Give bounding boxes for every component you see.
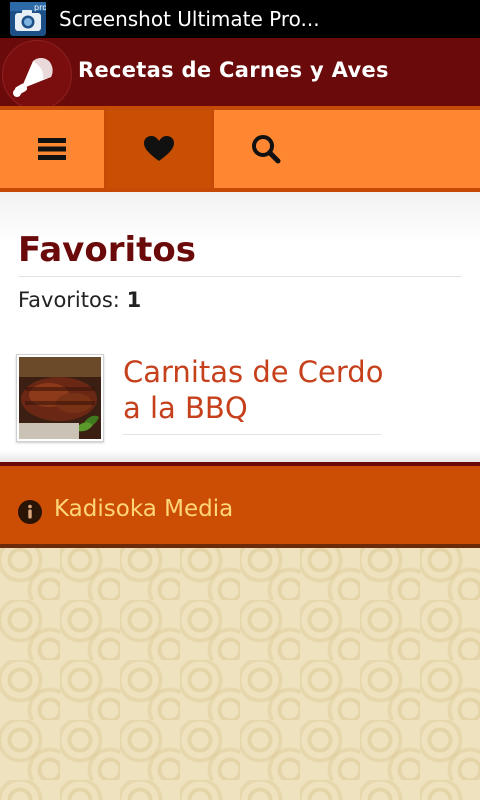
search-icon [252,135,281,164]
recipe-link[interactable]: Carnitas de Cerdo a la BBQ [123,354,393,426]
menu-icon [38,138,66,160]
camera-icon[interactable]: pro [10,2,47,36]
favorites-count-value: 1 [126,288,142,312]
divider [123,434,381,435]
notification-text: Screenshot Ultimate Pro... [59,7,320,31]
toolbar [0,106,480,192]
app-title: Recetas de Carnes y Aves [78,58,389,82]
recipe-thumbnail[interactable] [16,354,104,442]
app-header: Recetas de Carnes y Aves [0,38,480,110]
footer: Kadisoka Media [0,462,480,548]
main-content: Favoritos Favoritos: 1 Carnitas de Cerdo… [0,192,480,462]
page-title: Favoritos [18,230,196,270]
svg-text:pro: pro [34,3,46,12]
favorites-count: Favoritos: 1 [18,288,141,312]
status-bar: pro Screenshot Ultimate Pro... [0,0,480,38]
search-button[interactable] [214,110,480,188]
footer-link[interactable]: Kadisoka Media [54,496,233,522]
menu-button[interactable] [0,110,104,188]
list-item[interactable]: Carnitas de Cerdo a la BBQ [16,352,416,442]
meat-logo-icon[interactable] [2,40,72,110]
info-icon [18,500,42,524]
divider [18,276,462,277]
heart-icon [144,136,174,161]
favorites-button[interactable] [107,110,211,188]
favorites-count-label: Favoritos: [18,288,120,312]
